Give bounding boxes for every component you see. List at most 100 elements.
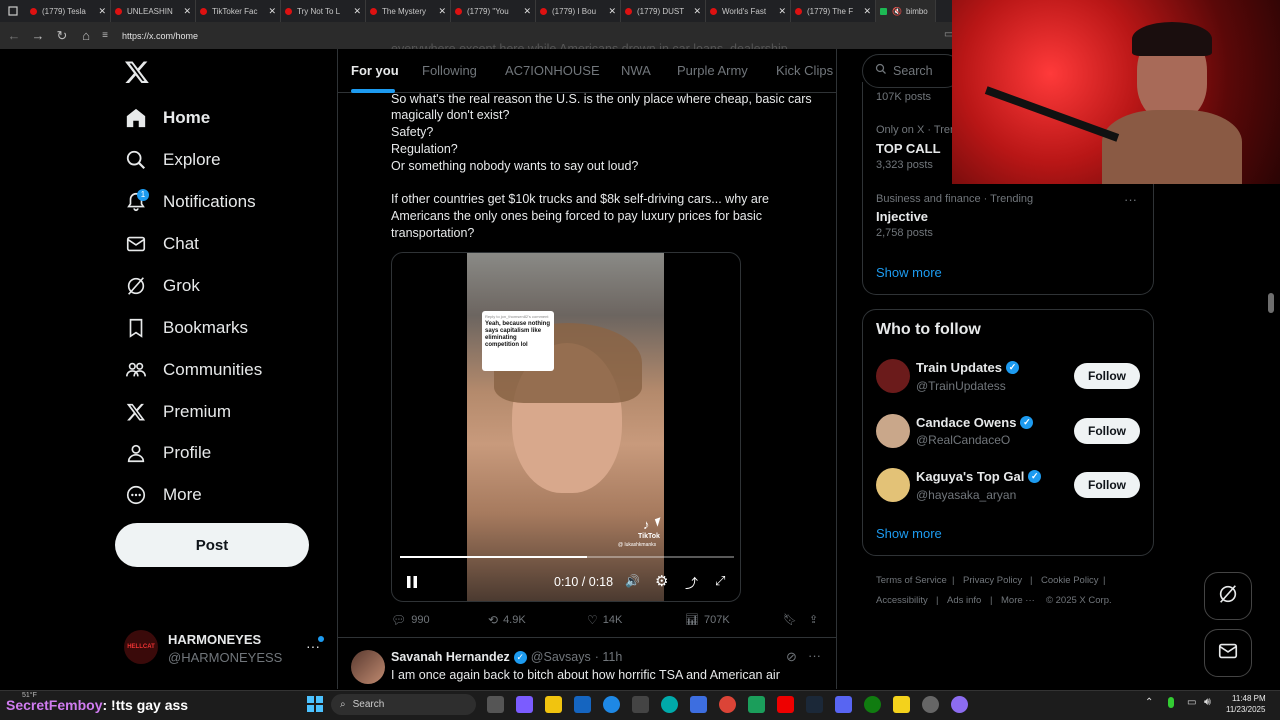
close-tab-icon[interactable]: ✕ (863, 6, 871, 17)
sticky-notes-icon[interactable] (893, 696, 910, 713)
like-button[interactable]: ♡ 14K (587, 613, 622, 627)
show-more-trends-link[interactable]: Show more (876, 265, 942, 280)
network-icon[interactable]: ▭ (1187, 697, 1196, 708)
video-player[interactable]: Reply to jon_thomsen82's comment Yeah, b… (391, 252, 741, 602)
url-field[interactable]: https://x.com/home (122, 31, 198, 41)
edge-browser-icon[interactable] (661, 696, 678, 713)
grok-floating-button[interactable] (1204, 572, 1252, 620)
account-switcher[interactable]: HELLCAT HARMONEYES @HARMONEYESS ··· (124, 630, 324, 666)
tab-kick-clips[interactable]: Kick Clips (776, 63, 833, 78)
amazon-icon[interactable] (632, 696, 649, 713)
back-icon[interactable]: ← (2, 28, 26, 43)
windows-start-icon[interactable] (307, 696, 323, 712)
phone-link-icon[interactable] (748, 696, 765, 713)
grok-icon[interactable]: ⊘ (786, 649, 797, 665)
xbox-icon[interactable] (864, 696, 881, 713)
suggestion-handle[interactable]: @hayasaka_aryan (916, 488, 1016, 502)
close-tab-icon[interactable]: ✕ (183, 6, 191, 17)
sidebar-item-premium[interactable]: Premium (124, 395, 231, 429)
suggestion-handle[interactable]: @TrainUpdatess (916, 379, 1006, 393)
follow-button[interactable]: Follow (1074, 418, 1140, 444)
avatar[interactable] (876, 359, 910, 393)
show-more-follow-link[interactable]: Show more (876, 526, 942, 541)
tweet-time[interactable]: · 11h (595, 650, 623, 664)
browser-tab[interactable]: (1779) Tesla ✕ (26, 0, 111, 22)
close-tab-icon[interactable]: ✕ (778, 6, 786, 17)
mute-icon[interactable]: 🔇 (892, 7, 902, 16)
footer-link[interactable]: Ads info (947, 595, 981, 606)
close-tab-icon[interactable]: ✕ (353, 6, 361, 17)
tab-actions-icon[interactable] (0, 0, 26, 22)
video-progress-track[interactable] (400, 556, 734, 558)
trend-more-icon[interactable]: ··· (1124, 192, 1137, 207)
steam-icon[interactable] (806, 696, 823, 713)
post-button[interactable]: Post (115, 523, 309, 567)
microphone-icon[interactable] (1168, 697, 1174, 708)
clock-time[interactable]: 11:48 PM (1232, 694, 1266, 703)
weather-widget[interactable]: 51°F (22, 692, 37, 699)
footer-link[interactable]: Cookie Policy (1041, 575, 1099, 586)
browser-tab[interactable]: UNLEASHIN ✕ (111, 0, 196, 22)
tab-ac7ionhouse[interactable]: AC7IONHOUSE (505, 63, 600, 78)
close-tab-icon[interactable]: ✕ (268, 6, 276, 17)
avatar[interactable] (876, 414, 910, 448)
avatar[interactable] (876, 468, 910, 502)
tab-nwa[interactable]: NWA (621, 63, 651, 78)
file-explorer-icon[interactable] (545, 696, 562, 713)
game-launcher-icon[interactable] (835, 696, 852, 713)
share-button[interactable]: ⇪ (809, 613, 818, 626)
close-tab-icon[interactable]: ✕ (608, 6, 616, 17)
sidebar-item-home[interactable]: Home (124, 101, 210, 135)
pause-icon[interactable] (405, 575, 419, 589)
browser-tab[interactable]: The Mystery ✕ (366, 0, 451, 22)
sidebar-item-notifications[interactable]: 1 Notifications (124, 185, 256, 219)
task-view-icon[interactable] (487, 696, 504, 713)
close-tab-icon[interactable]: ✕ (438, 6, 446, 17)
obs-icon[interactable] (922, 696, 939, 713)
repost-button[interactable]: ⟲ 4.9K (488, 613, 526, 627)
site-info-icon[interactable]: ≡ (98, 30, 112, 41)
tweet-author-handle[interactable]: @Savsays (531, 650, 591, 664)
avatar[interactable] (351, 650, 385, 684)
tray-chevron-icon[interactable]: ⌃ (1145, 697, 1153, 708)
youtube-app-icon[interactable] (777, 696, 794, 713)
x-logo-icon[interactable] (124, 58, 150, 86)
sidebar-item-explore[interactable]: Explore (124, 143, 221, 177)
fullscreen-icon[interactable]: ⤢ (715, 573, 725, 589)
sidebar-item-chat[interactable]: Chat (124, 227, 199, 261)
footer-link[interactable]: Privacy Policy (963, 575, 1022, 586)
sidebar-item-grok[interactable]: Grok (124, 269, 200, 303)
tweet-author-name[interactable]: Savanah Hernandez (391, 650, 510, 664)
bookmark-button[interactable]: 🔖︎ (783, 613, 797, 626)
close-tab-icon[interactable]: ✕ (693, 6, 701, 17)
browser-tab[interactable]: (1779) DUST ✕ (621, 0, 706, 22)
suggestion-name[interactable]: Train Updates ✓ (916, 360, 1019, 375)
tab-following[interactable]: Following (422, 63, 477, 78)
taskbar-search[interactable]: ⌕ Search (331, 694, 476, 715)
trend-topic[interactable]: TOP CALL (876, 141, 941, 156)
browser-tab[interactable]: (1779) "You ✕ (451, 0, 536, 22)
sidebar-item-more[interactable]: More (124, 478, 202, 512)
suggestion-name[interactable]: Candace Owens ✓ (916, 415, 1034, 430)
sidebar-item-profile[interactable]: Profile (124, 436, 211, 470)
volume-icon[interactable]: 🔊︎ (1204, 696, 1211, 709)
suggestion-handle[interactable]: @RealCandaceO (916, 433, 1010, 447)
more-dots-icon[interactable]: ··· (808, 648, 821, 663)
reload-icon[interactable]: ↻ (50, 28, 74, 44)
volume-icon[interactable]: 🔊 (625, 574, 640, 588)
close-tab-icon[interactable]: ✕ (98, 6, 106, 17)
close-tab-icon[interactable]: ✕ (523, 6, 531, 17)
follow-button[interactable]: Follow (1074, 472, 1140, 498)
forward-icon[interactable]: → (26, 28, 50, 43)
browser-tab-active[interactable]: 🔇 bimbo (876, 0, 936, 22)
copilot-icon[interactable] (516, 696, 533, 713)
calculator-icon[interactable] (690, 696, 707, 713)
chrome-icon[interactable] (719, 696, 736, 713)
follow-button[interactable]: Follow (1074, 363, 1140, 389)
tab-for-you[interactable]: For you (351, 63, 399, 78)
browser-tab[interactable]: TikToker Fac ✕ (196, 0, 281, 22)
tab-purple-army[interactable]: Purple Army (677, 63, 748, 78)
browser-tab[interactable]: Try Not To L ✕ (281, 0, 366, 22)
browser-tab[interactable]: World's Fast ✕ (706, 0, 791, 22)
reply-button[interactable]: 💬︎ 990 (391, 613, 430, 627)
